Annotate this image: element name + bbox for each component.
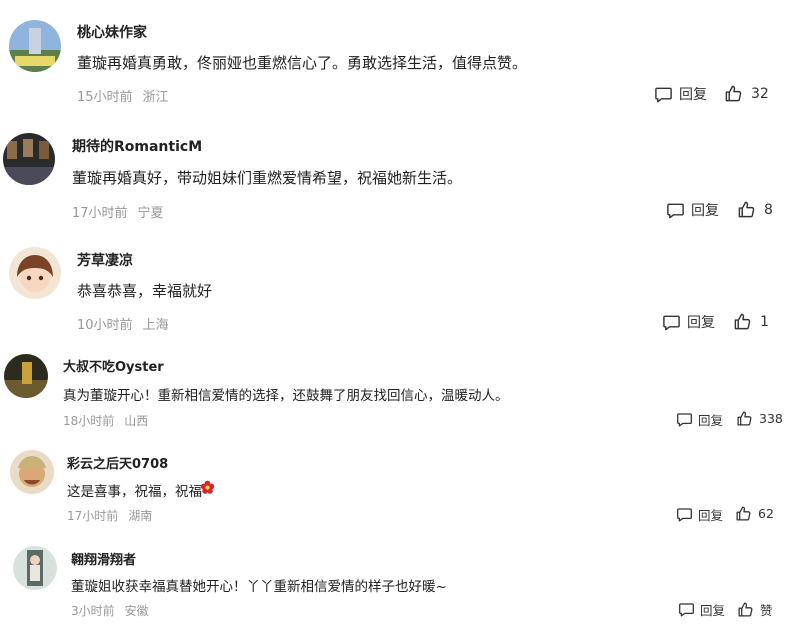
comment-item: 期待的RomanticM 董璇再婚真好，带动姐妹们重燃爱情希望，祝福她新生活。 … [0,120,785,232]
comment-icon [676,506,693,523]
reply-button[interactable]: 回复 [666,200,719,220]
avatar-image [4,354,48,398]
username[interactable]: 翱翔滑翔者 [71,549,136,568]
reply-button[interactable]: 回复 [662,312,715,332]
avatar-image [3,133,55,185]
avatar-image [10,450,54,494]
comment-meta: 18小时前 山西 [63,412,148,429]
comment-item: 桃心妹作家 董璇再婚真勇敢，佟丽娅也重燃信心了。勇敢选择生活，值得点赞。 15小… [0,0,785,120]
comment-icon [662,313,681,332]
like-button[interactable]: 62 [735,505,774,522]
like-count: 1 [760,313,769,330]
reply-label: 回复 [700,603,726,618]
reply-button[interactable]: 回复 [676,410,723,429]
timestamp: 17小时前 [72,206,128,221]
timestamp: 18小时前 [63,414,115,428]
thumbs-up-icon [724,84,743,103]
comment-meta: 17小时前 宁夏 [72,202,164,221]
avatar[interactable] [9,247,61,299]
location: 湖南 [128,509,153,523]
username[interactable]: 彩云之后天0708 [67,453,168,472]
thumbs-up-icon [733,312,752,331]
comment-text: 这是喜事，祝福，祝福 [67,484,202,500]
reply-label: 回复 [691,203,719,219]
comment-icon [678,601,695,618]
flower-emoji-icon [200,480,215,499]
thumbs-up-icon [737,601,754,618]
like-count: 62 [758,506,774,521]
like-count: 338 [759,411,783,426]
comment-item: 芳草凄凉 恭喜恭喜，幸福就好 10小时前 上海 回复 1 [0,232,785,344]
timestamp: 10小时前 [77,318,133,333]
thumbs-up-icon [736,410,753,427]
avatar[interactable] [10,450,54,494]
reply-label: 回复 [698,413,724,428]
comment-item: 彩云之后天0708 这是喜事，祝福，祝福 17小时前 湖南 回复 62 [0,440,785,536]
avatar-image [13,546,57,590]
comment-text: 恭喜恭喜，幸福就好 [77,282,213,300]
reply-button[interactable]: 回复 [676,505,723,524]
like-button[interactable]: 32 [724,84,769,103]
like-count: 8 [764,201,773,218]
username[interactable]: 芳草凄凉 [77,250,133,270]
timestamp: 3小时前 [71,604,115,618]
reply-button[interactable]: 回复 [654,84,707,104]
comment-meta: 3小时前 安徽 [71,602,149,619]
thumbs-up-icon [737,200,756,219]
comment-icon [654,85,673,104]
location: 安徽 [124,604,149,618]
timestamp: 15小时前 [77,90,133,105]
timestamp: 17小时前 [67,509,119,523]
like-button[interactable]: 1 [733,312,769,331]
reply-label: 回复 [687,315,715,331]
comment-text: 董璇姐收获幸福真替她开心！丫丫重新相信爱情的样子也好暖~ [71,579,447,595]
like-button[interactable]: 8 [737,200,773,219]
comment-item: 翱翔滑翔者 董璇姐收获幸福真替她开心！丫丫重新相信爱情的样子也好暖~ 3小时前安… [0,536,785,628]
avatar[interactable] [9,20,61,72]
like-count: 32 [751,85,769,102]
location: 宁夏 [137,206,164,221]
avatar[interactable] [13,546,57,590]
comment-meta: 17小时前 湖南 [67,507,152,524]
username[interactable]: 桃心妹作家 [77,22,147,42]
comment-text: 董璇再婚真好，带动姐妹们重燃爱情希望，祝福她新生活。 [72,169,463,187]
reply-label: 回复 [698,508,724,523]
like-button[interactable]: 赞 [737,600,773,619]
comment-item: 大叔不吃Oyster 真为董璇开心！重新相信爱情的选择，还鼓舞了朋友找回信心，温… [0,344,785,440]
location: 上海 [142,318,169,333]
location: 浙江 [142,90,169,105]
username[interactable]: 期待的RomanticM [72,136,202,156]
comment-meta: 15小时前 浙江 [77,86,169,105]
username[interactable]: 大叔不吃Oyster [63,356,164,375]
reply-button[interactable]: 回复 [678,600,725,619]
reply-label: 回复 [679,87,707,103]
comment-icon [666,201,685,220]
location: 山西 [124,414,149,428]
comment-text: 董璇再婚真勇敢，佟丽娅也重燃信心了。勇敢选择生活，值得点赞。 [77,54,528,72]
comment-icon [676,411,693,428]
comment-meta: 10小时前 上海 [77,314,169,333]
thumbs-up-icon [735,505,752,522]
avatar[interactable] [3,133,55,185]
like-button[interactable]: 338 [736,410,783,427]
avatar-image [9,20,61,72]
like-label: 赞 [760,603,773,618]
avatar-image [9,247,61,299]
avatar[interactable] [4,354,48,398]
comment-text: 真为董璇开心！重新相信爱情的选择，还鼓舞了朋友找回信心，温暖动人。 [63,388,509,404]
